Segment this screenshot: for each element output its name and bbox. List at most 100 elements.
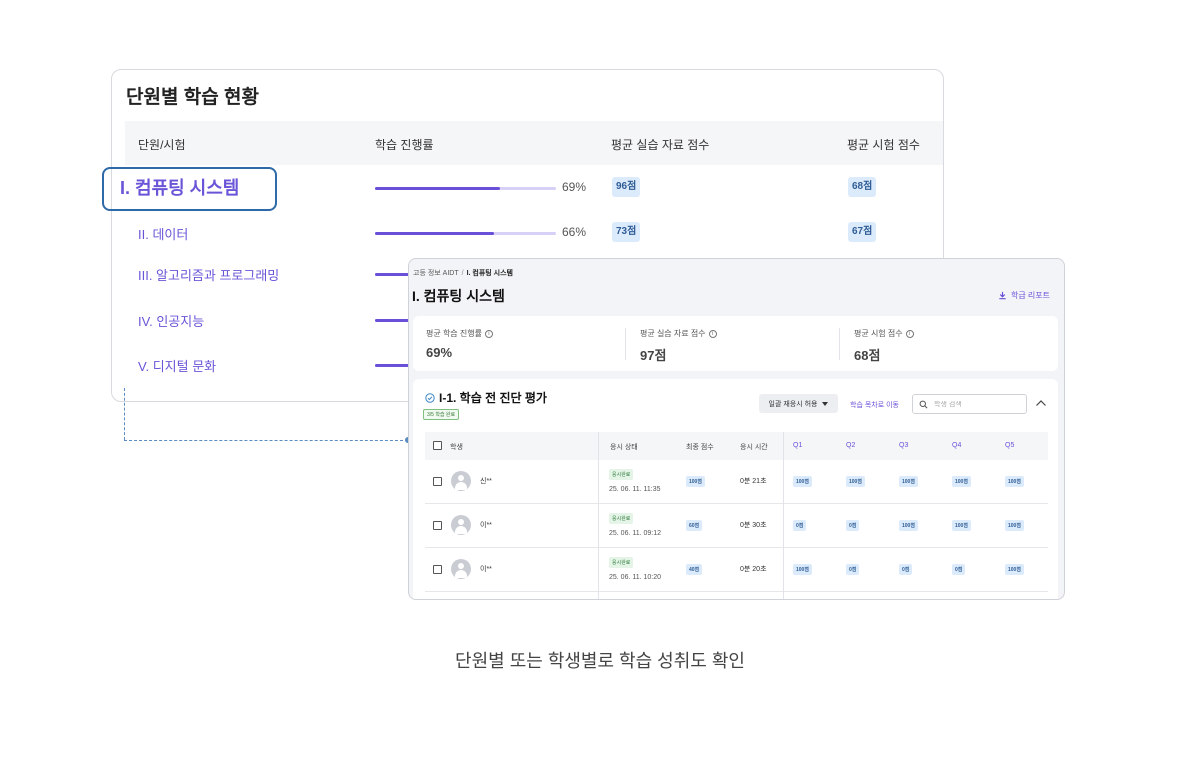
q-score: 100점 [952, 520, 971, 531]
completion-badge: 3/5 학습 완료 [423, 409, 460, 420]
summary-practice: 평균 실습 자료 점수 i 97점 [640, 328, 717, 364]
col-q1: Q1 [793, 442, 803, 449]
unit-label[interactable]: V. 디지털 문화 [138, 356, 216, 375]
table-header: 단원/시험 학습 진행률 평균 실습 자료 점수 평균 시험 점수 [125, 121, 943, 165]
q-score: 0점 [952, 564, 966, 575]
unit-row[interactable]: II. 데이터 66% 73점 67점 [112, 218, 943, 248]
q-score: 0점 [793, 520, 807, 531]
status-cell: 응시완료 25. 06. 11. 09:12 [599, 504, 679, 548]
summary-label: 평균 학습 진행률 [426, 329, 482, 338]
section-title-text: I-1. 학습 전 진단 평가 [439, 391, 547, 405]
student-table-header: 학생 응시 상태 최종 점수 응시 시간 Q1 Q2 Q3 Q4 Q5 [425, 432, 1048, 460]
final-score: 100점 [686, 476, 705, 487]
q-score: 0점 [846, 564, 860, 575]
status-cell: 응시완료 25. 06. 11. 10:20 [599, 548, 679, 592]
status-cell: 응시완료 25. 06. 11. 11:35 [599, 460, 679, 504]
section-title: I-1. 학습 전 진단 평가 [425, 389, 547, 406]
table-row[interactable]: 이** 응시완료 25. 06. 11. 09:12 60점 0분 30초 0점… [425, 504, 1048, 548]
final-score: 40점 [686, 564, 703, 575]
summary-value: 69% [426, 345, 453, 360]
status-badge: 응시완료 [609, 469, 634, 480]
summary-panel: 평균 학습 진행률 i 69% 평균 실습 자료 점수 i 97점 평균 시험 점수… [413, 316, 1058, 371]
practice-score: 73점 [612, 222, 641, 242]
col-q4: Q4 [952, 442, 962, 449]
row-checkbox[interactable] [433, 477, 442, 486]
check-circle-icon [425, 392, 435, 403]
table-row[interactable]: 이** 응시완료 25. 06. 11. 10:20 40점 0분 20초 10… [425, 548, 1048, 592]
progress-bar [375, 187, 556, 190]
q-score: 100점 [846, 476, 865, 487]
exam-score: 68점 [848, 177, 877, 197]
chevron-up-icon[interactable] [1035, 398, 1047, 408]
divider [839, 328, 840, 360]
test-duration: 0분 21초 [740, 478, 767, 485]
col-status: 응시 상태 [610, 444, 638, 451]
exam-score: 67점 [848, 222, 877, 242]
unit-label[interactable]: IV. 인공지능 [138, 311, 204, 330]
info-icon[interactable]: i [708, 329, 717, 338]
q-score: 100점 [793, 476, 812, 487]
select-all-checkbox[interactable] [433, 441, 442, 450]
class-report-label: 학급 리포트 [1010, 291, 1050, 300]
class-report-button[interactable]: 학급 리포트 [998, 290, 1050, 301]
progress-text: 66% [562, 225, 587, 239]
practice-score: 96점 [612, 177, 641, 197]
info-icon[interactable]: i [484, 329, 493, 338]
q-score: 0점 [846, 520, 860, 531]
summary-value: 97점 [640, 348, 667, 363]
selected-unit-highlight [102, 167, 277, 211]
search-icon [919, 400, 928, 408]
student-name: 신** [480, 478, 492, 485]
test-duration: 0분 30초 [740, 522, 767, 529]
download-icon [999, 291, 1006, 300]
unit-label[interactable]: III. 알고리즘과 프로그래밍 [138, 265, 279, 284]
col-q2: Q2 [846, 442, 856, 449]
student-search[interactable] [912, 394, 1027, 414]
student-name: 이** [480, 522, 492, 529]
table-row[interactable]: 신** 응시완료 25. 06. 11. 11:35 100점 0분 21초 1… [425, 460, 1048, 504]
unit-detail-screen: 고등 정보 AIDT / I. 컴퓨팅 시스템 I. 컴퓨팅 시스템 학급 리포트 … [408, 258, 1065, 600]
q-score: 100점 [1005, 564, 1024, 575]
q-score: 100점 [952, 476, 971, 487]
progress-text: 69% [562, 180, 587, 194]
connector-line [124, 440, 408, 441]
caret-down-icon [822, 401, 829, 406]
header-unit: 단원/시험 [138, 138, 186, 152]
status-datetime: 25. 06. 11. 09:12 [609, 530, 662, 537]
breadcrumb: 고등 정보 AIDT / I. 컴퓨팅 시스템 [413, 268, 513, 278]
info-icon[interactable]: i [905, 329, 914, 338]
breadcrumb-current: I. 컴퓨팅 시스템 [466, 270, 513, 277]
retake-dropdown[interactable]: 일괄 재응시 허용 [759, 394, 838, 413]
column-divider [783, 432, 784, 599]
test-duration: 0분 20초 [740, 566, 767, 573]
status-badge: 응시완료 [609, 557, 634, 568]
progress-fill [375, 232, 495, 235]
summary-label: 평균 시험 점수 [854, 329, 903, 338]
progress-fill [375, 187, 500, 190]
col-score: 최종 점수 [686, 444, 714, 451]
q-score: 100점 [793, 564, 812, 575]
row-checkbox[interactable] [433, 521, 442, 530]
status-datetime: 25. 06. 11. 11:35 [609, 486, 661, 493]
q-score: 100점 [899, 520, 918, 531]
row-checkbox[interactable] [433, 565, 442, 574]
q-score: 0점 [899, 564, 913, 575]
search-input[interactable] [934, 400, 1019, 408]
avatar [451, 471, 471, 491]
summary-progress: 평균 학습 진행률 i 69% [426, 328, 493, 360]
goto-contents-link[interactable]: 학습 목차로 이동 [850, 400, 899, 410]
page-title: I. 컴퓨팅 시스템 [412, 288, 505, 304]
connector-line [124, 388, 125, 440]
breadcrumb-root[interactable]: 고등 정보 AIDT [413, 270, 459, 277]
avatar [451, 559, 471, 579]
q-score: 100점 [1005, 520, 1024, 531]
unit-label[interactable]: II. 데이터 [138, 224, 188, 243]
assessment-section: I-1. 학습 전 진단 평가 3/5 학습 완료 일괄 재응시 허용 학습 목… [413, 379, 1058, 599]
header-exam: 평균 시험 점수 [847, 138, 920, 152]
header-practice: 평균 실습 자료 점수 [611, 138, 710, 152]
progress-bar [375, 232, 556, 235]
column-divider [598, 432, 599, 599]
q-score: 100점 [1005, 476, 1024, 487]
col-student: 학생 [450, 444, 463, 451]
col-q5: Q5 [1005, 442, 1015, 449]
